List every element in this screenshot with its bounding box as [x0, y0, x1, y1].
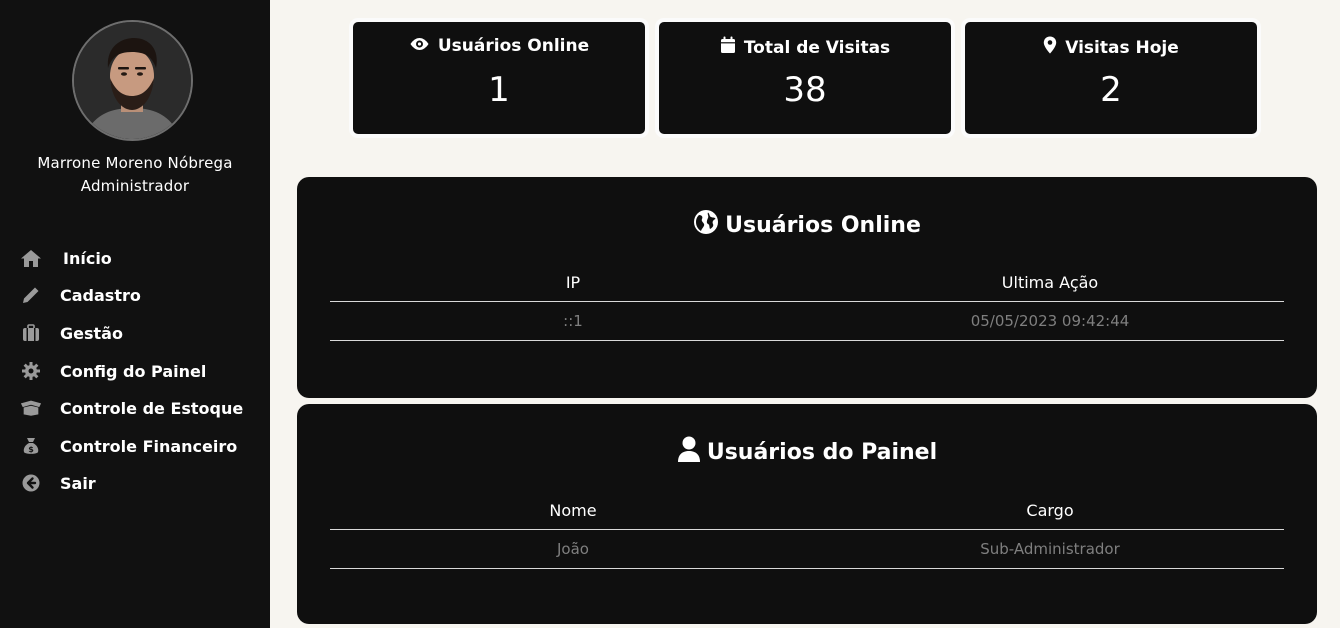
online-users-panel: Usuários Online IP Ultima Ação ::1 05/05… — [297, 177, 1317, 398]
panel-users-panel: Usuários do Painel Nome Cargo João Sub-A… — [297, 404, 1317, 624]
sidebar-item-estoque[interactable]: Controle de Estoque — [20, 394, 243, 422]
home-icon — [20, 247, 42, 269]
sidebar-item-label: Controle de Estoque — [60, 398, 244, 418]
map-pin-icon — [1043, 36, 1057, 59]
stat-title: Usuários Online — [353, 36, 645, 56]
column-header-ultima-acao: Ultima Ação — [1001, 273, 1099, 292]
user-icon — [677, 436, 701, 468]
stat-title: Visitas Hoje — [965, 36, 1257, 59]
column-header-cargo: Cargo — [1026, 501, 1074, 520]
table-row: ::1 05/05/2023 09:42:44 — [330, 302, 1284, 341]
eye-icon — [409, 36, 430, 56]
stat-title-label: Usuários Online — [437, 36, 590, 56]
calendar-icon — [720, 36, 736, 59]
avatar — [72, 20, 193, 141]
table-cell: Sub-Administrador — [980, 540, 1120, 558]
box-icon — [20, 397, 42, 419]
panel-title: Usuários Online — [297, 209, 1317, 241]
table-header: IP Ultima Ação — [330, 264, 1284, 302]
stat-title-label: Visitas Hoje — [1065, 37, 1179, 58]
stat-card-visitas-hoje: Visitas Hoje 2 — [961, 18, 1261, 138]
sidebar-item-financeiro[interactable]: $ Controle Financeiro — [20, 432, 237, 460]
stat-value: 38 — [783, 70, 827, 110]
panel-title-label: Usuários Online — [725, 212, 921, 238]
column-header-nome: Nome — [549, 501, 597, 520]
stat-card-online: Usuários Online 1 — [349, 18, 649, 138]
stat-value: 2 — [1100, 70, 1122, 110]
globe-icon — [693, 209, 719, 241]
sidebar-item-cadastro[interactable]: Cadastro — [20, 281, 141, 309]
panel-title: Usuários do Painel — [297, 436, 1317, 468]
sidebar-item-sair[interactable]: Sair — [20, 469, 96, 497]
sidebar-item-config[interactable]: Config do Painel — [20, 357, 206, 385]
sidebar-item-label: Gestão — [60, 323, 123, 343]
stat-title: Total de Visitas — [659, 36, 951, 59]
gear-icon — [20, 360, 42, 382]
sidebar-item-label: Cadastro — [60, 285, 141, 305]
sidebar-item-inicio[interactable]: Início — [20, 244, 112, 272]
arrow-left-circle-icon — [20, 472, 42, 494]
table-row: João Sub-Administrador — [330, 530, 1284, 569]
table-header: Nome Cargo — [330, 492, 1284, 530]
sidebar-item-gestao[interactable]: Gestão — [20, 319, 123, 347]
column-header-ip: IP — [565, 273, 581, 292]
svg-text:$: $ — [28, 445, 34, 454]
panel-title-label: Usuários do Painel — [706, 439, 938, 465]
table-cell: 05/05/2023 09:42:44 — [970, 312, 1130, 330]
sidebar-item-label: Config do Painel — [60, 361, 207, 381]
table-cell: ::1 — [563, 312, 583, 330]
stat-title-label: Total de Visitas — [743, 37, 891, 58]
user-role: Administrador — [80, 177, 190, 195]
sidebar-item-label: Início — [63, 248, 112, 268]
pencil-icon — [20, 284, 42, 306]
money-bag-icon: $ — [20, 435, 42, 457]
briefcase-icon — [20, 322, 42, 344]
user-name: Marrone Moreno Nóbrega — [37, 154, 233, 172]
sidebar-item-label: Sair — [60, 473, 96, 493]
sidebar: Marrone Moreno Nóbrega Administrador Iní… — [0, 0, 270, 628]
stat-card-total-visitas: Total de Visitas 38 — [655, 18, 955, 138]
panel-users-table: Nome Cargo João Sub-Administrador — [330, 492, 1284, 569]
table-cell: João — [557, 540, 589, 558]
stat-value: 1 — [488, 70, 510, 110]
sidebar-item-label: Controle Financeiro — [60, 436, 238, 456]
online-users-table: IP Ultima Ação ::1 05/05/2023 09:42:44 — [330, 264, 1284, 341]
